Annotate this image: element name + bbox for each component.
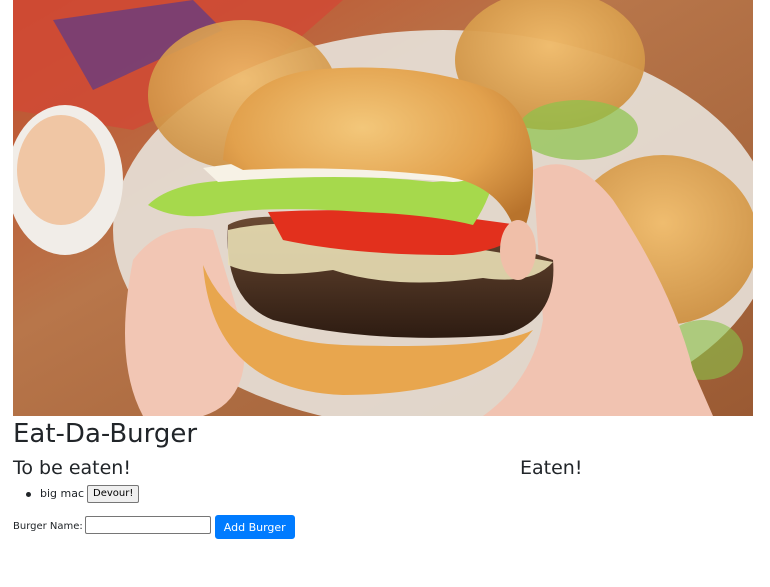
- burger-name: big mac: [40, 487, 85, 500]
- hero-image: [13, 0, 753, 416]
- to-be-eaten-list: big mac Devour!: [26, 485, 140, 503]
- add-burger-button[interactable]: Add Burger: [214, 515, 295, 539]
- list-item: big mac Devour!: [26, 485, 140, 503]
- page-title: Eat-Da-Burger: [13, 419, 198, 449]
- burger-photo: [13, 0, 753, 416]
- page: Eat-Da-Burger To be eaten! Eaten! big ma…: [0, 0, 770, 587]
- devour-button[interactable]: Devour!: [87, 485, 140, 503]
- add-burger-form: Burger Name: Add Burger: [13, 513, 295, 539]
- bullet-icon: [26, 492, 31, 497]
- to-be-eaten-heading: To be eaten!: [13, 457, 131, 479]
- burger-name-input[interactable]: [84, 516, 211, 534]
- burger-name-label: Burger Name:: [13, 520, 83, 532]
- eaten-heading: Eaten!: [520, 457, 583, 479]
